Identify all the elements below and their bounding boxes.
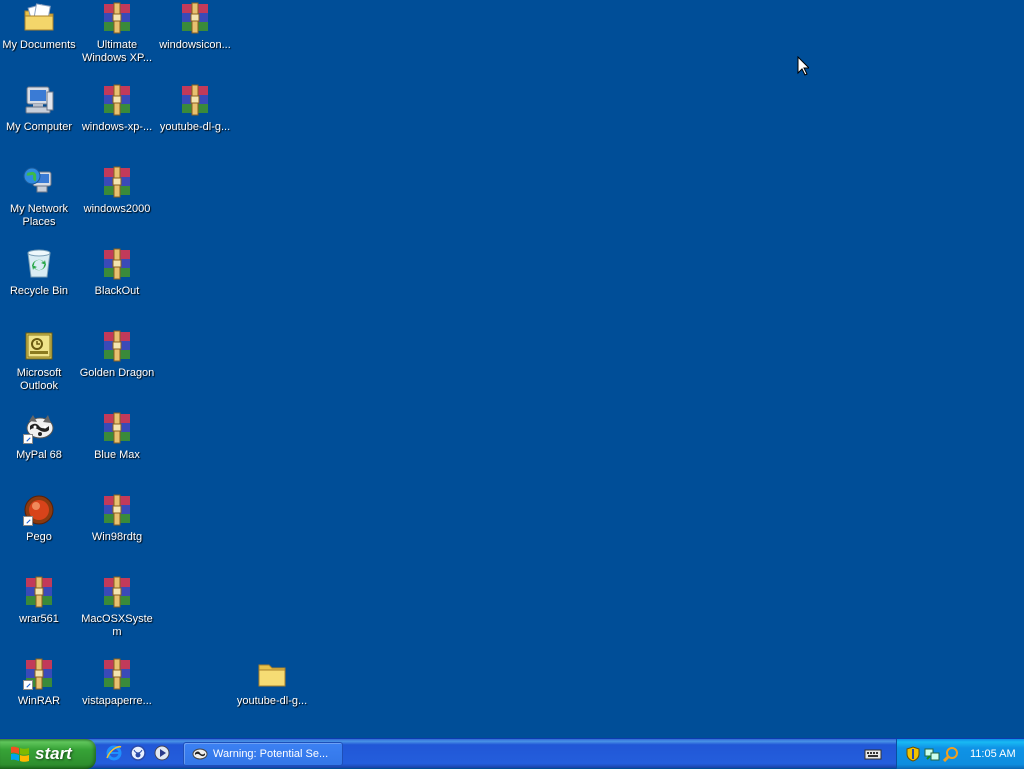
desktop-icon-youtube-dl-g-archive[interactable]: youtube-dl-g... <box>156 84 234 134</box>
desktop-icon-label: Win98rdtg <box>91 531 143 543</box>
desktop-icon-windows-xp[interactable]: windows-xp-... <box>78 84 156 134</box>
desktop-icon-win98rdtg[interactable]: Win98rdtg <box>78 494 156 544</box>
desktop-icon-microsoft-outlook[interactable]: Microsoft Outlook <box>0 330 78 393</box>
desktop-icon-windowsicon[interactable]: windowsicon... <box>156 2 234 52</box>
desktop-icon-label: Golden Dragon <box>79 367 155 379</box>
search-magnifier-icon[interactable] <box>943 746 959 762</box>
desktop-icon-recycle-bin[interactable]: Recycle Bin <box>0 248 78 298</box>
desktop-icon-label: windows2000 <box>83 203 151 215</box>
start-label: start <box>35 744 72 763</box>
desktop-icon-label: MyPal 68 <box>16 449 62 461</box>
winrar-archive-icon <box>101 2 133 34</box>
desktop-icon-label: youtube-dl-g... <box>236 695 308 707</box>
desktop-icon-winrar[interactable]: WinRAR <box>0 658 78 708</box>
winrar-archive-icon <box>179 2 211 34</box>
winrar-archive-icon <box>101 412 133 444</box>
security-shield-icon[interactable] <box>905 746 921 762</box>
mouse-pointer-icon <box>797 56 809 76</box>
desktop-icon-mypal-68[interactable]: MyPal 68 <box>0 412 78 462</box>
internet-explorer-icon[interactable] <box>104 743 124 763</box>
desktop-icon-wrar561[interactable]: wrar561 <box>0 576 78 626</box>
desktop-icon-my-computer[interactable]: My Computer <box>0 84 78 134</box>
desktop-icon-label: Blue Max <box>94 449 140 461</box>
desktop-icon-label: WinRAR <box>17 695 61 707</box>
documents-folder-icon <box>23 2 55 34</box>
network-globe-icon <box>23 166 55 198</box>
desktop-icon-label: windows-xp-... <box>81 121 153 133</box>
desktop-icon-ultimate-windows-xp[interactable]: Ultimate Windows XP... <box>78 2 156 65</box>
winrar-archive-icon <box>101 166 133 198</box>
raccoon-browser-icon <box>192 748 208 760</box>
windows-flag-icon <box>11 746 29 762</box>
winrar-archive-icon <box>101 576 133 608</box>
start-button[interactable]: start <box>0 739 96 769</box>
desktop[interactable]: My Documents My Computer My Network Plac… <box>0 0 1024 738</box>
desktop-icon-label: Ultimate Windows XP... <box>81 39 153 64</box>
desktop-icon-my-documents[interactable]: My Documents <box>0 2 78 52</box>
desktop-icon-label: Pego <box>26 531 52 543</box>
desktop-icon-label: Recycle Bin <box>9 285 69 297</box>
desktop-icon-blue-max[interactable]: Blue Max <box>78 412 156 462</box>
taskbar: start Warning: Potential Se... 11:05 AM <box>0 738 1024 769</box>
outlook-icon <box>23 330 55 362</box>
winrar-archive-icon <box>101 658 133 690</box>
winrar-archive-icon <box>101 330 133 362</box>
desktop-icon-label: windowsicon... <box>159 39 231 51</box>
desktop-icon-pego[interactable]: Pego <box>0 494 78 544</box>
desktop-icon-macosxsystem[interactable]: MacOSXSystem <box>78 576 156 639</box>
network-status-icon[interactable] <box>924 746 940 762</box>
desktop-icon-label: Microsoft Outlook <box>16 367 62 392</box>
quick-launch-bar <box>104 743 172 765</box>
desktop-icon-windows2000[interactable]: windows2000 <box>78 166 156 216</box>
desktop-icon-label: vistapaperre... <box>82 695 152 707</box>
recycle-bin-icon <box>23 248 55 280</box>
desktop-icon-youtube-dl-g-folder[interactable]: youtube-dl-g... <box>233 658 311 708</box>
desktop-icon-label: BlackOut <box>94 285 140 297</box>
shortcut-arrow-icon <box>23 434 33 444</box>
desktop-icon-label: wrar561 <box>19 613 59 625</box>
desktop-icon-golden-dragon[interactable]: Golden Dragon <box>78 330 156 380</box>
system-tray: 11:05 AM <box>896 739 1024 769</box>
winrar-archive-icon <box>101 494 133 526</box>
desktop-icon-label: My Documents <box>2 39 76 51</box>
winrar-archive-icon <box>101 248 133 280</box>
shortcut-arrow-icon <box>23 516 33 526</box>
folder-icon <box>256 658 288 690</box>
desktop-icon-my-network-places[interactable]: My Network Places <box>0 166 78 229</box>
taskbar-window-button[interactable]: Warning: Potential Se... <box>183 742 343 766</box>
desktop-icon-label: youtube-dl-g... <box>159 121 231 133</box>
shortcut-arrow-icon <box>23 680 33 690</box>
winrar-archive-icon <box>23 576 55 608</box>
desktop-icon-vistapaperre[interactable]: vistapaperre... <box>78 658 156 708</box>
desktop-icon-label: My Network Places <box>9 203 69 228</box>
desktop-icon-label: MacOSXSystem <box>81 613 153 638</box>
winrar-archive-icon <box>179 84 211 116</box>
red-ball-icon <box>23 494 55 526</box>
taskbar-window-label: Warning: Potential Se... <box>213 748 329 760</box>
desktop-icon-label: My Computer <box>5 121 73 133</box>
winrar-archive-icon <box>101 84 133 116</box>
clock[interactable]: 11:05 AM <box>970 748 1016 760</box>
raccoon-browser-icon <box>23 412 55 444</box>
winrar-archive-icon <box>23 658 55 690</box>
computer-icon <box>23 84 55 116</box>
browser-icon[interactable] <box>128 743 148 763</box>
keyboard-language-icon[interactable] <box>864 746 882 762</box>
desktop-icon-blackout[interactable]: BlackOut <box>78 248 156 298</box>
media-player-icon[interactable] <box>152 743 172 763</box>
